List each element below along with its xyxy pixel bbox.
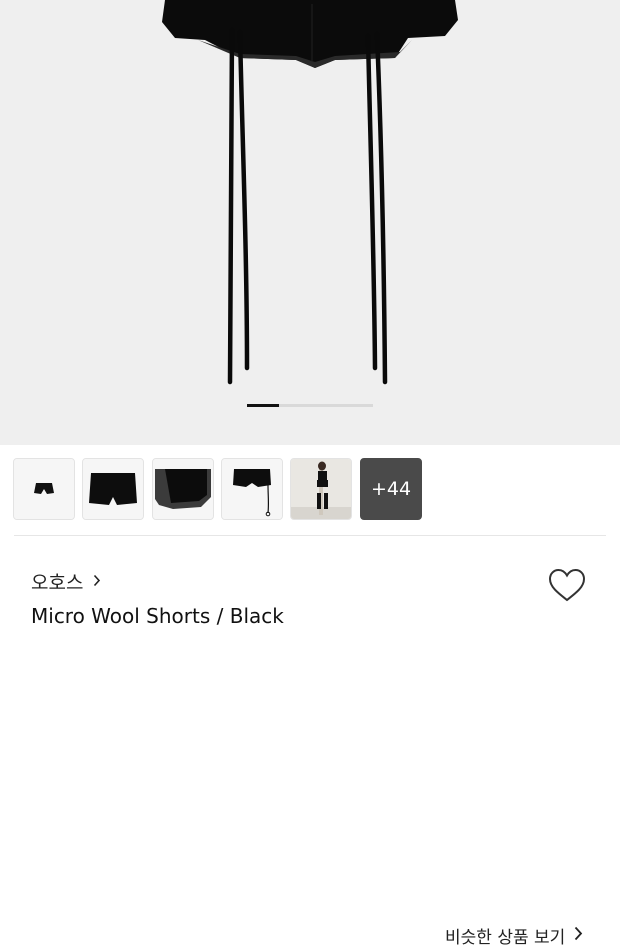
similar-products-link[interactable]: 비슷한 상품 보기 <box>445 923 583 948</box>
section-divider <box>14 535 606 536</box>
thumbnail-5[interactable] <box>290 458 352 520</box>
chevron-right-icon <box>574 926 583 946</box>
thumbnail-1[interactable] <box>13 458 75 520</box>
chevron-right-icon <box>93 572 101 591</box>
thumbnail-4[interactable] <box>221 458 283 520</box>
similar-products-label: 비슷한 상품 보기 <box>445 928 566 948</box>
more-thumbnails-button[interactable]: +44 <box>360 458 422 520</box>
shorts-illustration <box>162 0 458 385</box>
brand-name: 오호스 <box>31 572 84 594</box>
thumbnail-2[interactable] <box>82 458 144 520</box>
brand-link[interactable]: 오호스 <box>31 568 101 595</box>
product-hero-image[interactable] <box>0 0 620 445</box>
thumbnail-3[interactable] <box>152 458 214 520</box>
product-title: Micro Wool Shorts / Black <box>31 604 284 628</box>
pager-active-segment <box>247 404 279 407</box>
image-pager-indicator <box>247 404 373 407</box>
wishlist-button[interactable] <box>548 568 586 604</box>
heart-icon <box>548 568 586 602</box>
more-thumbnails-count: +44 <box>370 478 412 500</box>
thumbnail-strip: +44 비슷한 상품 보기 <box>0 445 620 948</box>
